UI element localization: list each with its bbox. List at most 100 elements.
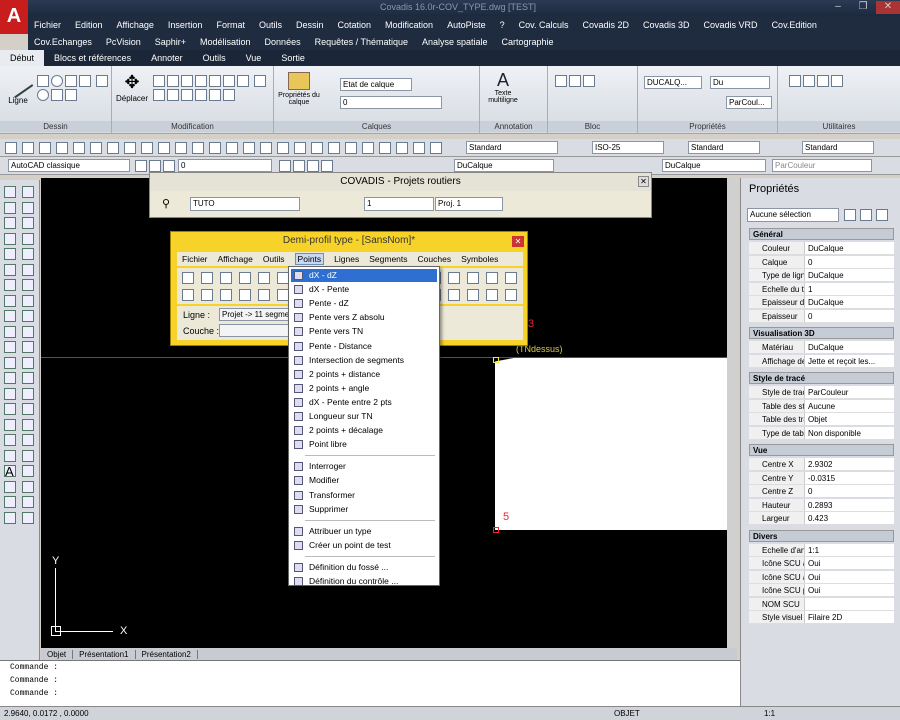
points-menu-item[interactable]: Interroger bbox=[291, 460, 437, 473]
demi-profil-menu-item[interactable]: Points bbox=[294, 253, 325, 265]
profile-tool-icon[interactable] bbox=[467, 289, 479, 301]
menu-item[interactable]: Requêtes / Thématique bbox=[315, 37, 408, 47]
ligne-field[interactable]: Projet -> 11 segmen bbox=[219, 308, 289, 321]
menu-item[interactable]: Fichier bbox=[34, 20, 61, 30]
menu-item[interactable]: Modification bbox=[385, 20, 433, 30]
property-row[interactable]: Echelle d'an...1:1 bbox=[749, 543, 894, 557]
restore-icon[interactable]: ❐ bbox=[851, 1, 875, 14]
toolbar-tool-icon[interactable] bbox=[277, 142, 289, 154]
draw-tool-icon[interactable] bbox=[4, 232, 16, 245]
draw-tool-icon[interactable] bbox=[22, 403, 34, 415]
toolbar-tool-icon[interactable] bbox=[226, 142, 238, 154]
property-row[interactable]: Centre Y -0.0315 bbox=[749, 471, 894, 485]
draw-tool-icon[interactable] bbox=[4, 511, 16, 524]
property-row[interactable]: Style visuel Filaire 2D bbox=[749, 611, 894, 624]
profile-tool-icon[interactable] bbox=[220, 289, 232, 301]
property-row[interactable]: Largeur 0.423 bbox=[749, 512, 894, 525]
profile-tool-icon[interactable] bbox=[448, 289, 460, 301]
draw-tool-icon[interactable] bbox=[4, 325, 16, 338]
toolbar-tool-icon[interactable] bbox=[124, 142, 136, 154]
color-dropdown[interactable]: DUCALQ... bbox=[644, 76, 702, 89]
lineweight-toolbar-dropdown[interactable]: DuCalque bbox=[662, 159, 766, 172]
block-create-icon[interactable] bbox=[569, 75, 581, 87]
profile-tool-icon[interactable] bbox=[467, 272, 479, 284]
property-row[interactable]: NOM SCU bbox=[749, 597, 894, 611]
demi-profil-menu-item[interactable]: Segments bbox=[369, 254, 407, 264]
plotstyle-toolbar-dropdown[interactable]: ParCouleur bbox=[772, 159, 872, 172]
points-menu-item[interactable]: Pente vers TN bbox=[291, 325, 437, 338]
toolbar-tool-icon[interactable] bbox=[430, 142, 442, 154]
draw-tool-icon[interactable] bbox=[4, 186, 16, 198]
draw-tool-icon[interactable] bbox=[22, 186, 34, 198]
property-row[interactable]: Matériau DuCalque bbox=[749, 341, 894, 354]
section-general[interactable]: Général bbox=[749, 228, 894, 240]
property-value[interactable]: 0 bbox=[805, 256, 894, 268]
toolbar-tool-icon[interactable] bbox=[328, 142, 340, 154]
toolbar-tool-icon[interactable] bbox=[56, 142, 68, 154]
draw-tool-icon[interactable] bbox=[4, 496, 16, 508]
property-value[interactable]: Oui bbox=[805, 584, 894, 596]
toolbar-tool-icon[interactable] bbox=[209, 142, 221, 154]
demi-profil-menu-item[interactable]: Lignes bbox=[334, 254, 359, 264]
profile-tool-icon[interactable] bbox=[182, 272, 194, 284]
section-trace[interactable]: Style de tracé bbox=[749, 372, 894, 384]
property-value[interactable]: 1 bbox=[805, 283, 894, 295]
points-menu-item[interactable]: 2 points + décalage bbox=[291, 424, 437, 437]
property-row[interactable]: Type de tabl...Non disponible bbox=[749, 426, 894, 440]
draw-tool-icon[interactable] bbox=[22, 480, 34, 493]
dim-style-dropdown[interactable]: ISO-25 bbox=[592, 141, 664, 154]
points-menu-item[interactable]: Définition du fossé ... bbox=[291, 561, 437, 574]
draw-tool-icon[interactable] bbox=[4, 341, 16, 353]
profile-tool-icon[interactable] bbox=[182, 289, 194, 301]
draw-tool-icon[interactable] bbox=[4, 201, 16, 214]
profile-tool-icon[interactable] bbox=[448, 272, 460, 284]
block-edit-icon[interactable] bbox=[583, 75, 595, 87]
property-value[interactable]: DuCalque bbox=[805, 242, 894, 254]
move-button[interactable]: ✥ Déplacer bbox=[114, 70, 150, 103]
profile-tool-icon[interactable] bbox=[505, 272, 517, 284]
close-icon[interactable]: ✕ bbox=[876, 1, 900, 14]
chamfer-icon[interactable] bbox=[209, 89, 221, 101]
section-divers[interactable]: Divers bbox=[749, 529, 894, 542]
section-vue[interactable]: Vue bbox=[749, 444, 894, 456]
draw-tool-icon[interactable] bbox=[4, 418, 16, 431]
property-value[interactable]: Aucune bbox=[805, 400, 894, 412]
points-menu-item[interactable]: Modifier bbox=[291, 474, 437, 487]
menu-item[interactable]: Saphir+ bbox=[155, 37, 186, 47]
property-row[interactable]: Calque 0 bbox=[749, 255, 894, 269]
draw-tool-icon[interactable] bbox=[22, 232, 34, 245]
demi-profil-menu-item[interactable]: Affichage bbox=[218, 254, 253, 264]
draw-tool-icon[interactable] bbox=[22, 341, 34, 353]
draw-tool-icon[interactable] bbox=[22, 310, 34, 322]
ribbon-tab[interactable]: Sortie bbox=[271, 50, 315, 66]
text-tool-icon[interactable]: A bbox=[5, 464, 14, 479]
menu-item[interactable]: Cov. Calculs bbox=[519, 20, 569, 30]
mleader-style-dropdown[interactable]: Standard bbox=[802, 141, 874, 154]
toolbar-tool-icon[interactable] bbox=[260, 142, 272, 154]
circle-icon[interactable] bbox=[51, 75, 63, 87]
ribbon-tab[interactable]: Annoter bbox=[141, 50, 193, 66]
points-menu-item[interactable]: Intersection de segments bbox=[291, 354, 437, 367]
copy-icon[interactable] bbox=[209, 75, 221, 87]
layer-dropdown[interactable]: 0 bbox=[340, 96, 442, 109]
points-menu-item[interactable]: dX - Pente entre 2 pts bbox=[291, 396, 437, 409]
profile-tool-icon[interactable] bbox=[486, 289, 498, 301]
toolbar-tool-icon[interactable] bbox=[345, 142, 357, 154]
menu-item[interactable]: Cartographie bbox=[502, 37, 554, 47]
toolbar-tool-icon[interactable] bbox=[107, 142, 119, 154]
layer-state-icon[interactable] bbox=[321, 160, 333, 172]
draw-tool-icon[interactable] bbox=[4, 434, 16, 446]
point-icon[interactable] bbox=[51, 89, 63, 101]
annotation-scale[interactable]: 1:1 bbox=[764, 709, 775, 718]
toolbar-tool-icon[interactable] bbox=[5, 142, 17, 154]
property-value[interactable]: 0 bbox=[805, 485, 894, 497]
menu-item[interactable]: Cov.Echanges bbox=[34, 37, 92, 47]
draw-tool-icon[interactable] bbox=[22, 387, 34, 400]
fillet-icon[interactable] bbox=[237, 75, 249, 87]
selection-dropdown[interactable]: Aucune sélection bbox=[747, 208, 839, 222]
points-menu-item[interactable]: dX - dZ bbox=[291, 269, 437, 282]
profile-tool-icon[interactable] bbox=[258, 272, 270, 284]
menu-item[interactable]: Analyse spatiale bbox=[422, 37, 488, 47]
menu-item[interactable]: Affichage bbox=[117, 20, 154, 30]
workspace-dropdown[interactable]: AutoCAD classique bbox=[8, 159, 130, 172]
